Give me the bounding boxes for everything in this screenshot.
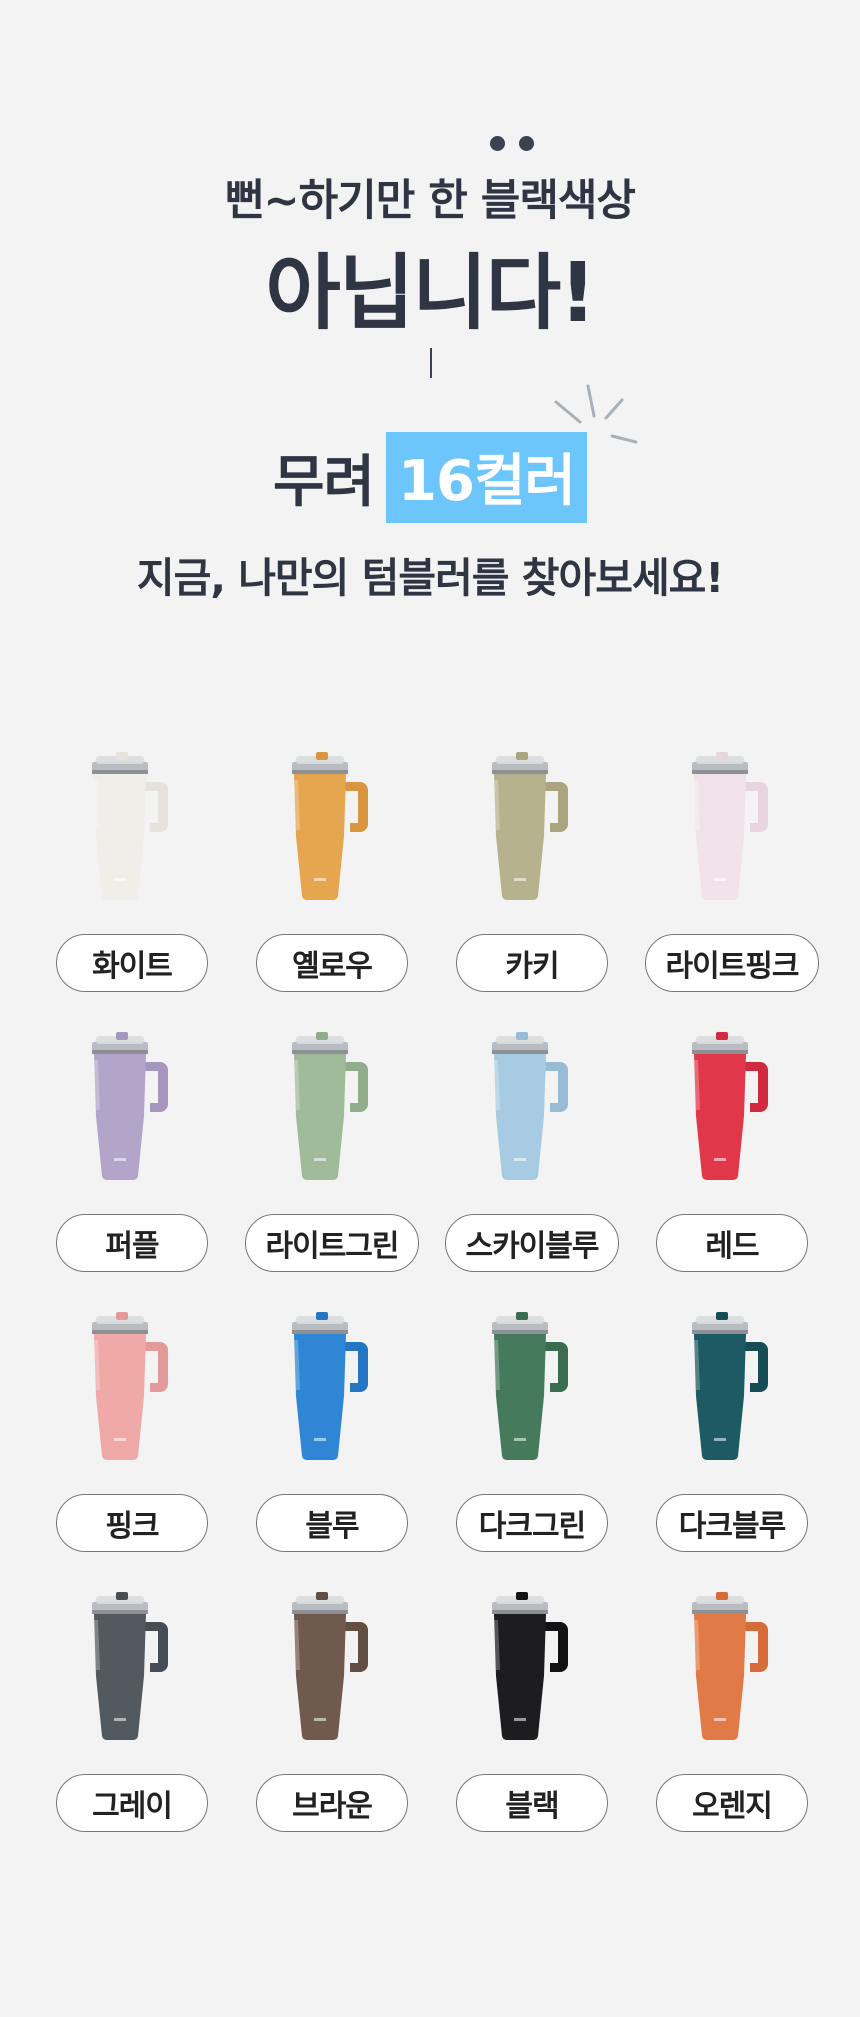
dot xyxy=(519,136,534,151)
tumbler-image xyxy=(690,1592,774,1742)
tumbler-image xyxy=(690,1032,774,1182)
color-label-button[interactable]: 라이트그린 xyxy=(245,1214,419,1272)
tumbler-image xyxy=(90,1032,174,1182)
color-option[interactable]: 퍼플 xyxy=(32,1032,232,1312)
color-option[interactable]: 블루 xyxy=(232,1312,432,1592)
headline-prefix: 무려 xyxy=(272,450,375,515)
tumbler-image xyxy=(90,1312,174,1462)
decorative-dots xyxy=(490,136,534,151)
color-label-button[interactable]: 핑크 xyxy=(56,1494,208,1552)
headline-large: 아닙니다! xyxy=(265,246,596,341)
tumbler-image xyxy=(90,1592,174,1742)
headline-small: 뻔~하기만 한 블랙색상 xyxy=(224,176,636,226)
color-label-button[interactable]: 블랙 xyxy=(456,1774,608,1832)
color-label-button[interactable]: 다크그린 xyxy=(456,1494,608,1552)
tumbler-image xyxy=(490,752,574,902)
color-option[interactable]: 다크블루 xyxy=(632,1312,832,1592)
color-label-button[interactable]: 레드 xyxy=(656,1214,808,1272)
tumbler-image xyxy=(290,1032,374,1182)
color-label-button[interactable]: 오렌지 xyxy=(656,1774,808,1832)
color-label-button[interactable]: 블루 xyxy=(256,1494,408,1552)
tumbler-image xyxy=(290,1592,374,1742)
color-label-button[interactable]: 그레이 xyxy=(56,1774,208,1832)
tumbler-image xyxy=(690,752,774,902)
color-label-button[interactable]: 퍼플 xyxy=(56,1214,208,1272)
tumbler-image xyxy=(490,1312,574,1462)
color-option[interactable]: 그레이 xyxy=(32,1592,232,1872)
color-label-button[interactable]: 카키 xyxy=(456,934,608,992)
headline-sub: 지금, 나만의 텀블러를 찾아보세요! xyxy=(136,554,724,602)
color-count-highlight: 16컬러 xyxy=(386,432,588,523)
color-label-button[interactable]: 라이트핑크 xyxy=(645,934,819,992)
tumbler-image xyxy=(290,752,374,902)
color-label-button[interactable]: 스카이블루 xyxy=(445,1214,619,1272)
tumbler-image xyxy=(90,752,174,902)
color-option[interactable]: 레드 xyxy=(632,1032,832,1312)
color-option[interactable]: 화이트 xyxy=(32,752,232,1032)
color-option[interactable]: 블랙 xyxy=(432,1592,632,1872)
color-count-headline: 무려 16컬러 xyxy=(0,432,860,523)
color-label-button[interactable]: 옐로우 xyxy=(256,934,408,992)
tumbler-image xyxy=(490,1032,574,1182)
color-option[interactable]: 라이트그린 xyxy=(232,1032,432,1312)
color-option[interactable]: 오렌지 xyxy=(632,1592,832,1872)
tumbler-image xyxy=(290,1312,374,1462)
color-option[interactable]: 브라운 xyxy=(232,1592,432,1872)
color-option[interactable]: 스카이블루 xyxy=(432,1032,632,1312)
color-option[interactable]: 핑크 xyxy=(32,1312,232,1592)
color-label-button[interactable]: 화이트 xyxy=(56,934,208,992)
dot xyxy=(490,136,505,151)
divider-line xyxy=(430,348,432,378)
color-option[interactable]: 라이트핑크 xyxy=(632,752,832,1032)
color-grid: 화이트 옐로우 카키 라이트핑크퍼플 라이트그린 스카이블루 레드핑크 블루 다크그린 다크블루그… xyxy=(32,752,832,1872)
color-label-button[interactable]: 다크블루 xyxy=(656,1494,808,1552)
color-option[interactable]: 카키 xyxy=(432,752,632,1032)
tumbler-image xyxy=(690,1312,774,1462)
color-label-button[interactable]: 브라운 xyxy=(256,1774,408,1832)
tumbler-image xyxy=(490,1592,574,1742)
color-option[interactable]: 옐로우 xyxy=(232,752,432,1032)
color-option[interactable]: 다크그린 xyxy=(432,1312,632,1592)
